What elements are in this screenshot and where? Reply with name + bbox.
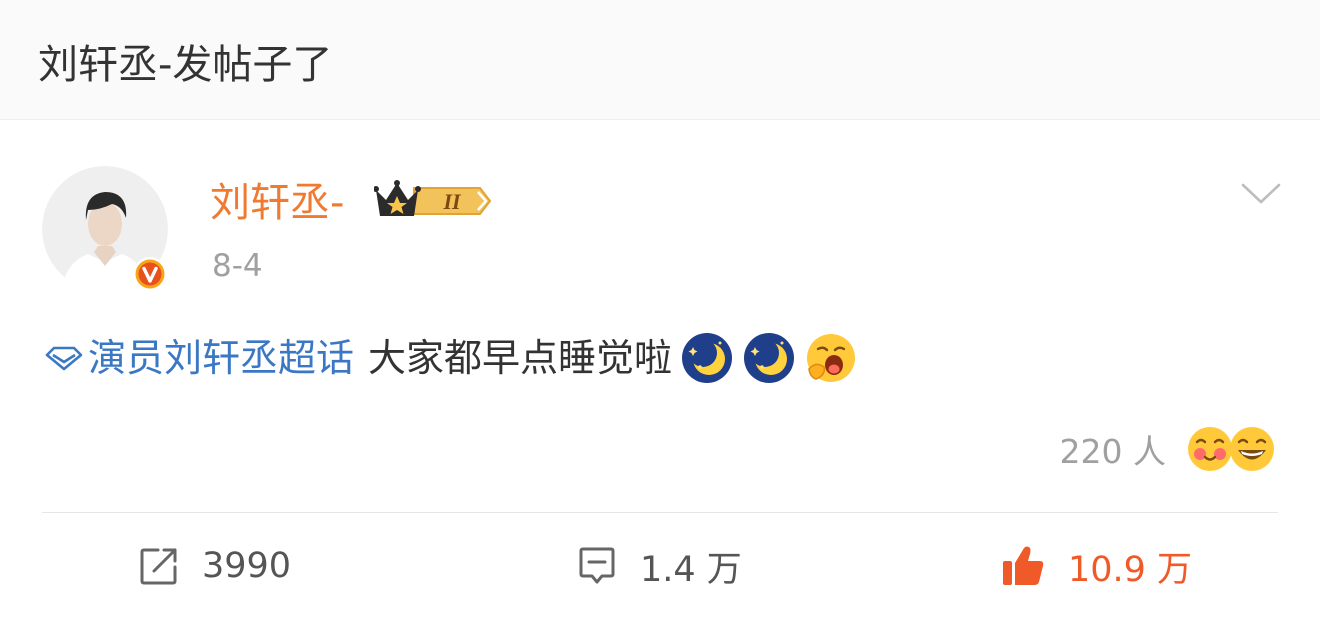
like-count: 10.9 万 <box>1068 549 1193 590</box>
repost-icon <box>140 548 177 585</box>
page-title: 刘轩丞-发帖子了 <box>38 42 333 88</box>
reaction-count: 220 人 <box>1059 432 1166 471</box>
divider <box>42 512 1278 513</box>
grin-emoji-icon <box>1230 427 1274 471</box>
page-header: 刘轩丞-发帖子了 <box>0 0 1320 120</box>
repost-button[interactable]: 3990 <box>138 540 291 592</box>
yawn-emoji-icon <box>807 334 856 382</box>
comment-count: 1.4 万 <box>640 549 742 590</box>
post-content: 演员刘轩丞超话 大家都早点睡觉啦 <box>44 330 858 386</box>
verified-badge-icon <box>133 257 167 291</box>
reactions-summary[interactable]: 220 人 <box>1060 424 1276 474</box>
comment-icon <box>579 547 615 584</box>
member-crown-badge-icon: II <box>374 180 492 216</box>
super-topic-link[interactable]: 演员刘轩丞超话 <box>44 332 354 384</box>
comment-button[interactable]: 1.4 万 <box>576 540 742 592</box>
member-level-label: II <box>442 189 462 214</box>
thumbs-up-icon <box>1003 546 1044 585</box>
post-text: 大家都早点睡觉啦 <box>368 336 673 380</box>
avatar[interactable] <box>42 166 168 292</box>
repost-count: 3990 <box>202 546 292 586</box>
super-topic-label: 演员刘轩丞超话 <box>88 336 355 380</box>
moon-sleep-emoji-icon <box>682 333 733 383</box>
blush-emoji-icon <box>1188 427 1232 471</box>
moon-sleep-emoji-icon <box>744 333 795 383</box>
diamond-icon <box>45 346 83 371</box>
chevron-down-icon[interactable] <box>1240 180 1282 208</box>
post-date: 8-4 <box>212 248 263 284</box>
like-button[interactable]: 10.9 万 <box>1000 540 1192 592</box>
author-name[interactable]: 刘轩丞- <box>210 176 344 230</box>
